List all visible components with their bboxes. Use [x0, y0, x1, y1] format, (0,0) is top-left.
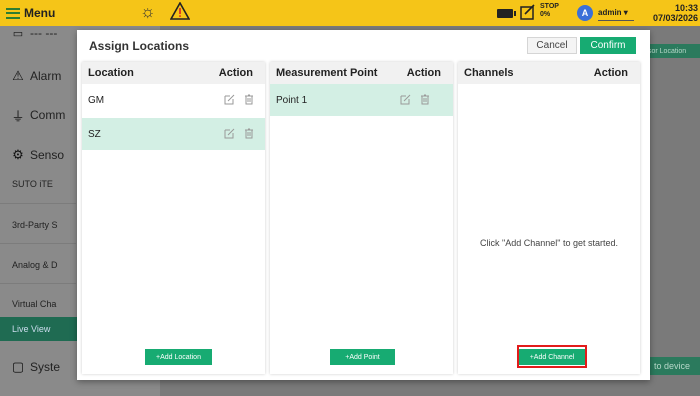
sidebar-item-label: Comm: [30, 108, 66, 122]
measurement-point-header: Measurement Point Action: [270, 62, 453, 84]
location-row-gm[interactable]: GM: [82, 84, 265, 116]
location-row-sz[interactable]: SZ: [82, 118, 265, 150]
measurement-point-panel: Measurement Point Action Point 1 +Add Po…: [270, 62, 453, 374]
measurement-point-name: Point 1: [276, 95, 308, 106]
sidebar-item-live-view[interactable]: Live View: [0, 317, 77, 341]
channels-header: Channels Action: [458, 62, 640, 84]
sidebar-item-label: Analog & D: [12, 260, 58, 270]
column-header-action: Action: [406, 67, 441, 79]
alarm-icon: ⚠: [12, 68, 24, 83]
sidebar-divider: [0, 203, 76, 204]
dialog-title: Assign Locations: [89, 39, 190, 53]
stop-label: STOP: [540, 3, 559, 10]
gear-icon: ⚙: [12, 147, 24, 162]
column-header-location: Location: [88, 67, 134, 79]
location-header: Location Action: [82, 62, 265, 84]
assign-locations-dialog: Assign Locations Cancel Confirm Location…: [77, 30, 650, 380]
trash-icon[interactable]: [420, 94, 430, 105]
edit-icon[interactable]: [224, 94, 235, 105]
add-location-button[interactable]: +Add Location: [145, 349, 212, 365]
column-header-channels: Channels: [464, 67, 514, 79]
edit-icon[interactable]: [224, 128, 235, 139]
menu-label: Menu: [24, 6, 56, 20]
sidebar-divider: [0, 243, 76, 244]
stop-percent: 0%: [540, 11, 551, 18]
sidebar-item-label: 3rd-Party S: [12, 220, 58, 230]
menu-button[interactable]: Menu: [6, 4, 55, 22]
avatar[interactable]: A: [577, 5, 593, 21]
channels-empty-message: Click "Add Channel" to get started.: [480, 238, 618, 248]
sidebar-item-label: Alarm: [30, 69, 62, 83]
hamburger-icon: [6, 7, 20, 19]
trash-icon[interactable]: [244, 128, 254, 139]
sidebar-item-label: Live View: [12, 324, 51, 334]
network-icon: ⏚: [11, 108, 25, 124]
sidebar-item-label: Syste: [30, 360, 61, 374]
channels-panel: Channels Action Click "Add Channel" to g…: [458, 62, 640, 374]
record-stop-icon[interactable]: [520, 4, 536, 20]
user-underline: [598, 20, 634, 21]
folder-icon: ▭: [12, 27, 24, 40]
column-header-action: Action: [593, 67, 628, 79]
column-header-measurement-point: Measurement Point: [276, 67, 378, 79]
sidebar-item-label: Senso: [30, 148, 65, 162]
monitor-icon: ▢: [11, 359, 25, 374]
confirm-button[interactable]: Confirm: [580, 37, 636, 54]
warning-icon[interactable]: [170, 2, 190, 20]
sun-icon[interactable]: ☼: [140, 3, 156, 21]
edit-icon[interactable]: [400, 94, 411, 105]
location-name: GM: [88, 95, 105, 106]
battery-icon: [497, 9, 516, 18]
stop-status: STOP 0%: [540, 3, 559, 19]
trash-icon[interactable]: [244, 94, 254, 105]
column-header-action: Action: [218, 67, 253, 79]
sidebar-item-label: Virtual Cha: [12, 299, 57, 309]
top-bar: Menu ☼ STOP 0% A admin ▾ 10:33 07/03/202…: [0, 0, 700, 26]
sidebar-item-label: SUTO iTE: [12, 179, 53, 189]
add-channel-highlight: [517, 345, 587, 368]
clock-date: 07/03/2026: [652, 13, 698, 23]
measurement-point-row[interactable]: Point 1: [270, 84, 453, 116]
location-panel: Location Action GM SZ +Add Location: [82, 62, 265, 374]
clock: 10:33 07/03/2026: [653, 3, 698, 23]
sidebar-divider: [0, 283, 76, 284]
location-name: SZ: [88, 129, 101, 140]
add-point-button[interactable]: +Add Point: [330, 349, 395, 365]
user-dropdown[interactable]: admin ▾: [598, 8, 628, 17]
sidebar-item-label: --- ---: [30, 26, 58, 40]
cancel-button[interactable]: Cancel: [527, 37, 577, 54]
clock-time: 10:33: [674, 3, 698, 13]
